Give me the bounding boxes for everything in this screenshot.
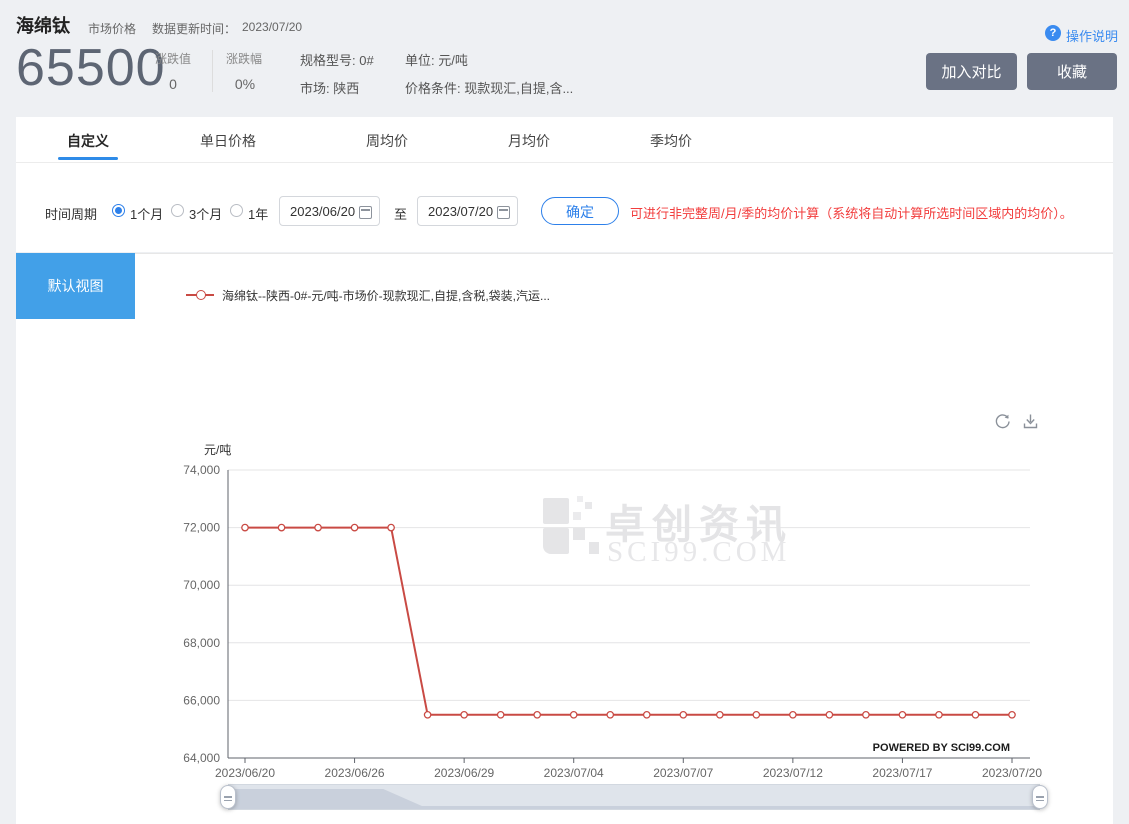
update-time-label: 数据更新时间： (152, 20, 236, 37)
powered-by-label: POWERED BY SCI99.COM (820, 742, 1010, 754)
end-date-input-box[interactable] (417, 196, 518, 226)
period-label: 时间周期 (45, 204, 97, 223)
filter-card (16, 117, 1113, 252)
download-icon[interactable] (1021, 412, 1040, 431)
radio-3-month[interactable] (171, 204, 184, 217)
svg-text:2023/07/17: 2023/07/17 (872, 766, 932, 780)
change-value: 0 (150, 76, 196, 92)
start-date-input[interactable] (280, 197, 366, 225)
tabs-divider (16, 162, 1113, 163)
svg-text:74,000: 74,000 (183, 463, 220, 477)
update-time-value: 2023/07/20 (242, 20, 302, 34)
radio-3-month-label[interactable]: 3个月 (189, 204, 222, 223)
legend-circle-icon (196, 290, 206, 300)
default-view-label: 默认视图 (48, 278, 104, 294)
tab-daily-price[interactable]: 单日价格 (190, 131, 266, 151)
svg-text:64,000: 64,000 (183, 751, 220, 765)
help-icon[interactable]: ? (1045, 25, 1061, 41)
tab-monthly-avg[interactable]: 月均价 (498, 131, 560, 151)
datazoom-slider[interactable] (228, 784, 1040, 810)
radio-1-year-label[interactable]: 1年 (248, 204, 268, 223)
datazoom-right-handle[interactable] (1032, 785, 1048, 809)
svg-text:72,000: 72,000 (183, 521, 220, 535)
header: 海绵钛 市场价格 数据更新时间： 2023/07/20 65500 涨跌值 0 … (0, 0, 1129, 117)
tab-custom[interactable]: 自定义 (50, 131, 126, 151)
svg-text:66,000: 66,000 (183, 693, 220, 707)
page-title: 海绵钛 (16, 12, 70, 38)
divider (212, 50, 213, 92)
svg-text:2023/06/20: 2023/06/20 (215, 766, 275, 780)
price-line-chart[interactable]: 64,000 66,000 68,000 70,000 72,000 74,000 2023… (160, 430, 1060, 790)
start-date-input-box[interactable] (279, 196, 380, 226)
svg-text:2023/06/26: 2023/06/26 (325, 766, 385, 780)
datazoom-shadow (229, 785, 1039, 809)
svg-text:2023/06/29: 2023/06/29 (434, 766, 494, 780)
current-price: 65500 (16, 38, 166, 98)
spec-label: 规格型号: 0# (300, 50, 374, 69)
page: 海绵钛 市场价格 数据更新时间： 2023/07/20 65500 涨跌值 0 … (0, 0, 1129, 824)
help-link[interactable]: 操作说明 (1066, 26, 1118, 45)
tab-quarterly-avg[interactable]: 季均价 (640, 131, 702, 151)
watermark-logo (543, 528, 569, 554)
active-tab-underline (58, 157, 118, 160)
calc-hint-text: 可进行非完整周/月/季的均价计算（系统将自动计算所选时间区域内的均价）。 (630, 203, 1073, 222)
end-date-input[interactable] (418, 197, 504, 225)
legend-label: 海绵钛--陕西-0#-元/吨-市场价-现款现汇,自提,含税,袋装,汽运... (222, 287, 550, 304)
watermark-logo (543, 498, 569, 524)
radio-1-month[interactable] (112, 204, 125, 217)
calendar-icon[interactable] (359, 206, 372, 219)
market-label: 市场: 陕西 (300, 78, 359, 97)
add-compare-button[interactable]: 加入对比 (926, 53, 1017, 90)
svg-text:2023/07/20: 2023/07/20 (982, 766, 1042, 780)
watermark-en-text: SCI99.COM (607, 536, 790, 569)
unit-label: 单位: 元/吨 (405, 50, 468, 69)
to-label: 至 (394, 204, 407, 223)
confirm-button[interactable]: 确定 (541, 197, 619, 225)
default-view-button[interactable]: 默认视图 (16, 253, 135, 319)
datazoom-left-handle[interactable] (220, 785, 236, 809)
tab-weekly-avg[interactable]: 周均价 (356, 131, 418, 151)
svg-text:2023/07/12: 2023/07/12 (763, 766, 823, 780)
favorite-button[interactable]: 收藏 (1027, 53, 1117, 90)
calendar-icon[interactable] (497, 206, 510, 219)
change-pct-label: 涨跌幅 (226, 50, 262, 67)
radio-1-year[interactable] (230, 204, 243, 217)
refresh-icon[interactable] (993, 412, 1012, 431)
price-type-label: 市场价格 (88, 20, 136, 37)
svg-text:2023/07/04: 2023/07/04 (544, 766, 604, 780)
price-condition-label: 价格条件: 现款现汇,自提,含... (405, 78, 573, 97)
watermark: 卓创资讯 SCI99.COM (543, 492, 803, 568)
svg-text:70,000: 70,000 (183, 578, 220, 592)
svg-text:68,000: 68,000 (183, 636, 220, 650)
change-pct: 0% (222, 76, 268, 92)
legend-item[interactable]: 海绵钛--陕西-0#-元/吨-市场价-现款现汇,自提,含税,袋装,汽运... (186, 286, 606, 304)
change-value-label: 涨跌值 (155, 50, 191, 67)
radio-1-month-label[interactable]: 1个月 (130, 204, 163, 223)
svg-text:2023/07/07: 2023/07/07 (653, 766, 713, 780)
